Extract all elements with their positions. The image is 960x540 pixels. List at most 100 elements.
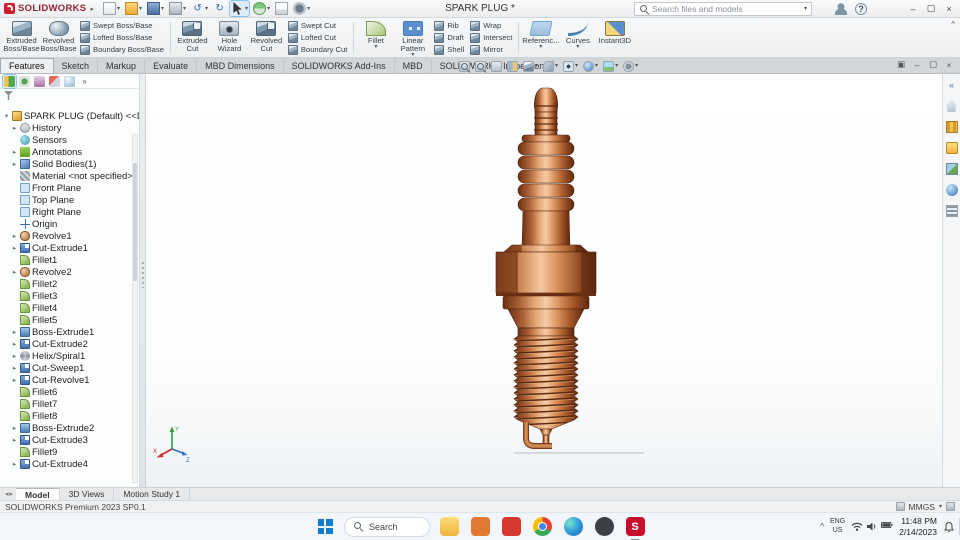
menu-expand-icon[interactable]: ▸ <box>90 5 94 13</box>
doc-restore-button[interactable]: ▢ <box>925 59 941 70</box>
expand-arrow-icon[interactable]: ▸ <box>11 424 18 432</box>
center-electrode[interactable] <box>542 434 550 445</box>
design-library-button[interactable] <box>945 120 959 134</box>
boundary-boss-base-button[interactable]: Boundary Boss/Base <box>80 44 164 55</box>
wrap-button[interactable]: Wrap <box>470 20 512 31</box>
tree-root-item[interactable]: ▾ SPARK PLUG (Default) <<Default> <box>3 110 139 122</box>
help-button[interactable]: ? <box>854 2 868 16</box>
minimize-button[interactable]: – <box>904 4 922 14</box>
config-mgr-button[interactable] <box>33 75 46 88</box>
redo-button[interactable]: ↻ <box>212 1 227 16</box>
zoom-fit-button[interactable] <box>458 60 471 73</box>
tab-prev-icon[interactable]: ◂ <box>5 490 9 498</box>
units-value[interactable]: MMGS <box>909 502 935 512</box>
solidworks-logo[interactable]: SOLIDWORKS ▸ <box>4 3 94 14</box>
file-explorer-pane-button[interactable] <box>945 141 959 155</box>
tree-item-fillet6[interactable]: Fillet6 <box>3 386 139 398</box>
tree-item-cut-revolve1[interactable]: ▸ Cut-Revolve1 <box>3 374 139 386</box>
doc-cascade-button[interactable]: ▣ <box>893 59 909 70</box>
taskbar-search[interactable]: Search <box>344 516 430 537</box>
doc-minimize-button[interactable]: – <box>909 60 925 70</box>
view-palette-button[interactable] <box>945 162 959 176</box>
save-file-button[interactable]: ▾ <box>146 1 165 16</box>
instant3d-button[interactable]: Instant3D <box>596 19 633 56</box>
expand-arrow-icon[interactable]: ▸ <box>11 460 18 468</box>
app-dark-button[interactable] <box>592 515 616 539</box>
intersect-button[interactable]: Intersect <box>470 32 512 43</box>
app-orange-button[interactable] <box>468 515 492 539</box>
expand-arrow-icon[interactable]: ▸ <box>11 268 18 276</box>
file-properties-button[interactable] <box>274 1 289 16</box>
custom-properties-button[interactable] <box>945 204 959 218</box>
lofted-cut-button[interactable]: Lofted Cut <box>287 32 347 43</box>
tree-item-top-plane[interactable]: Top Plane <box>3 194 139 206</box>
view-settings-button[interactable]: ▾ <box>622 60 639 73</box>
tree-item-cut-extrude2[interactable]: ▸ Cut-Extrude2 <box>3 338 139 350</box>
gasket-washer[interactable] <box>502 295 590 310</box>
draft-button[interactable]: Draft <box>434 32 464 43</box>
linear-pattern-button[interactable]: Linear Pattern ▾ <box>394 19 431 58</box>
tree-item-history[interactable]: ▸ History <box>3 122 139 134</box>
shell-button[interactable]: Shell <box>434 44 464 55</box>
feature-mgr-button[interactable] <box>2 73 17 89</box>
expand-arrow-icon[interactable]: ▸ <box>11 328 18 336</box>
tree-item-fillet7[interactable]: Fillet7 <box>3 398 139 410</box>
tree-item-revolve2[interactable]: ▸ Revolve2 <box>3 266 139 278</box>
tree-item-fillet4[interactable]: Fillet4 <box>3 302 139 314</box>
collapse-pane-button[interactable]: « <box>945 78 959 92</box>
revolved-cut-button[interactable]: Revolved Cut <box>248 19 285 56</box>
filter-funnel-icon[interactable] <box>4 91 13 100</box>
expand-arrow-icon[interactable]: ▸ <box>11 340 18 348</box>
tree-item-solid-bodies-1[interactable]: ▸ Solid Bodies(1) <box>3 158 139 170</box>
global-search-box[interactable]: Search files and models ▾ <box>634 1 812 16</box>
hidden-icons-chevron[interactable]: ^ <box>820 522 824 531</box>
tree-item-fillet9[interactable]: Fillet9 <box>3 446 139 458</box>
login-user-button[interactable] <box>834 2 848 16</box>
tab-mbd[interactable]: MBD <box>395 59 432 73</box>
tree-item-fillet3[interactable]: Fillet3 <box>3 290 139 302</box>
print-file-button[interactable]: ▾ <box>168 1 187 16</box>
previous-view-button[interactable] <box>490 60 503 73</box>
open-file-button[interactable]: ▾ <box>124 1 143 16</box>
tree-item-fillet2[interactable]: Fillet2 <box>3 278 139 290</box>
language-indicator[interactable]: ENG US <box>830 518 845 534</box>
expand-arrow-icon[interactable]: ▸ <box>11 352 18 360</box>
expand-arrow-icon[interactable]: ▸ <box>11 160 18 168</box>
tree-item-revolve1[interactable]: ▸ Revolve1 <box>3 230 139 242</box>
apply-scene-button[interactable]: ▾ <box>602 60 619 73</box>
home-button[interactable] <box>945 99 959 113</box>
custom-properties-icon[interactable] <box>895 502 905 511</box>
expand-arrow-icon[interactable]: ▸ <box>11 364 18 372</box>
tree-item-front-plane[interactable]: Front Plane <box>3 182 139 194</box>
tree-item-annotations[interactable]: ▸ Annotations <box>3 146 139 158</box>
taskbar-clock[interactable]: 11:48 PM 2/14/2023 <box>899 516 937 536</box>
dimxpert-mgr-button[interactable] <box>48 75 61 88</box>
tab-motion-study-1[interactable]: Motion Study 1 <box>114 488 191 500</box>
display-style-button[interactable]: ▾ <box>542 60 559 73</box>
display-mgr-button[interactable] <box>63 75 76 88</box>
file-explorer-button[interactable] <box>437 515 461 539</box>
spark-plug-model[interactable] <box>446 82 646 474</box>
insulator-cone[interactable] <box>521 210 571 251</box>
tree-item-origin[interactable]: Origin <box>3 218 139 230</box>
tree-scrollbar-thumb[interactable] <box>133 162 137 281</box>
expand-arrow-icon[interactable]: ▸ <box>11 148 18 156</box>
revolved-boss-base-button[interactable]: Revolved Boss/Base <box>40 19 77 56</box>
swept-cut-button[interactable]: Swept Cut <box>287 20 347 31</box>
graphics-viewport[interactable]: Y X Z <box>146 74 942 487</box>
insulator-ribs[interactable] <box>517 141 575 212</box>
tab-features[interactable]: Features <box>0 58 54 73</box>
tree-item-boss-extrude1[interactable]: ▸ Boss-Extrude1 <box>3 326 139 338</box>
select-button[interactable]: ▾ <box>229 0 251 17</box>
boundary-cut-button[interactable]: Boundary Cut <box>287 44 347 55</box>
extruded-boss-base-button[interactable]: Extruded Boss/Base <box>3 19 40 56</box>
section-view-button[interactable] <box>506 60 519 73</box>
tree-item-helix-spiral1[interactable]: ▸ Helix/Spiral1 <box>3 350 139 362</box>
rib-button[interactable]: Rib <box>434 20 464 31</box>
ribbon-collapse-icon[interactable]: ^ <box>951 20 955 29</box>
tree-item-material-not-specified[interactable]: Material <not specified> <box>3 170 139 182</box>
solidworks-button[interactable]: S <box>623 515 647 539</box>
app-red-button[interactable] <box>499 515 523 539</box>
view-orientation-button[interactable]: ▾ <box>522 60 539 73</box>
tree-item-cut-extrude4[interactable]: ▸ Cut-Extrude4 <box>3 458 139 470</box>
